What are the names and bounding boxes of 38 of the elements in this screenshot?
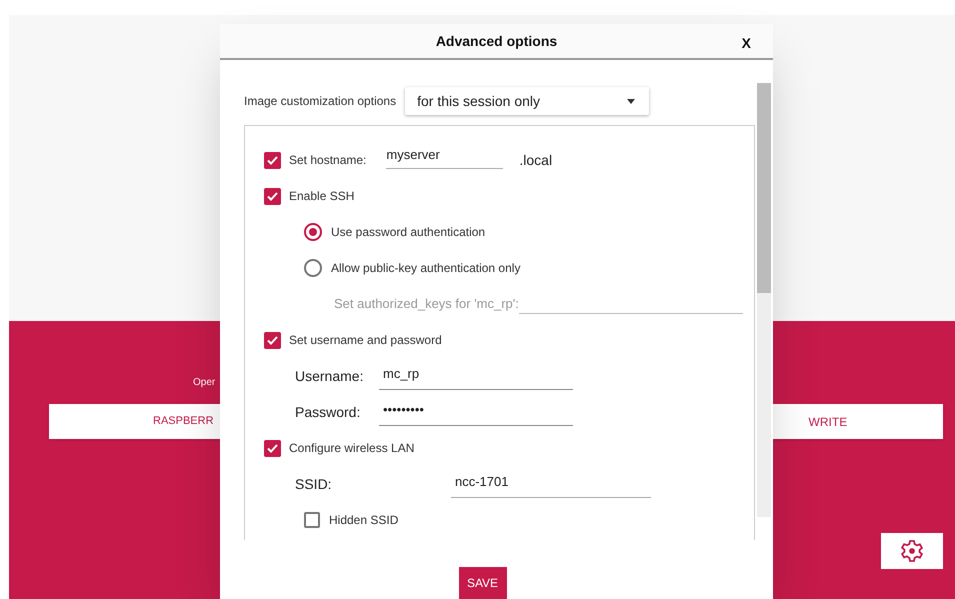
text-field[interactable]: ••••••••• [379,398,573,426]
option-label: Hidden SSID [329,512,398,529]
option-label: Enable SSH [289,188,354,205]
option-label: Configure wireless LAN [289,440,414,457]
checkbox[interactable] [264,188,281,204]
close-button[interactable]: X [742,33,751,54]
check-icon [267,156,278,164]
check-icon [267,192,278,200]
check-icon [267,336,278,344]
text-field[interactable]: mc_rp [379,362,573,390]
radio-button[interactable] [304,223,322,241]
checkbox[interactable] [264,440,281,456]
save-button[interactable]: SAVE [458,567,506,599]
section-label: Oper [193,376,216,390]
checkbox[interactable] [304,512,320,528]
text-field[interactable]: ncc-1701 [451,470,651,498]
radio-button[interactable] [304,259,322,277]
field-label: Image customization options [244,93,396,110]
settings-button[interactable] [881,533,943,569]
check-icon [267,444,278,452]
option-label: Allow public-key authentication only [331,260,520,277]
checkbox[interactable] [264,152,281,168]
hostname-field[interactable]: myserver [386,144,504,170]
write-button[interactable]: WRITE [808,412,848,430]
os-button[interactable]: RASPBERR [153,413,214,430]
option-label: Set hostname: [289,152,366,169]
domain-suffix: .local [519,150,552,170]
caret-icon [627,98,636,104]
settings-icon [900,539,924,563]
field-label: Password: [295,402,362,422]
dialog-title: Advanced options [436,32,558,51]
option-label: Set username and password [289,332,442,349]
checkbox[interactable] [264,332,281,348]
field-label: Set authorized_keys for 'mc_rp': [334,295,519,314]
field-label: Username: [295,366,364,386]
customization-dropdown[interactable]: for this session only [405,87,650,115]
option-label: Use password authentication [331,224,486,241]
field-label: SSID: [295,474,333,494]
